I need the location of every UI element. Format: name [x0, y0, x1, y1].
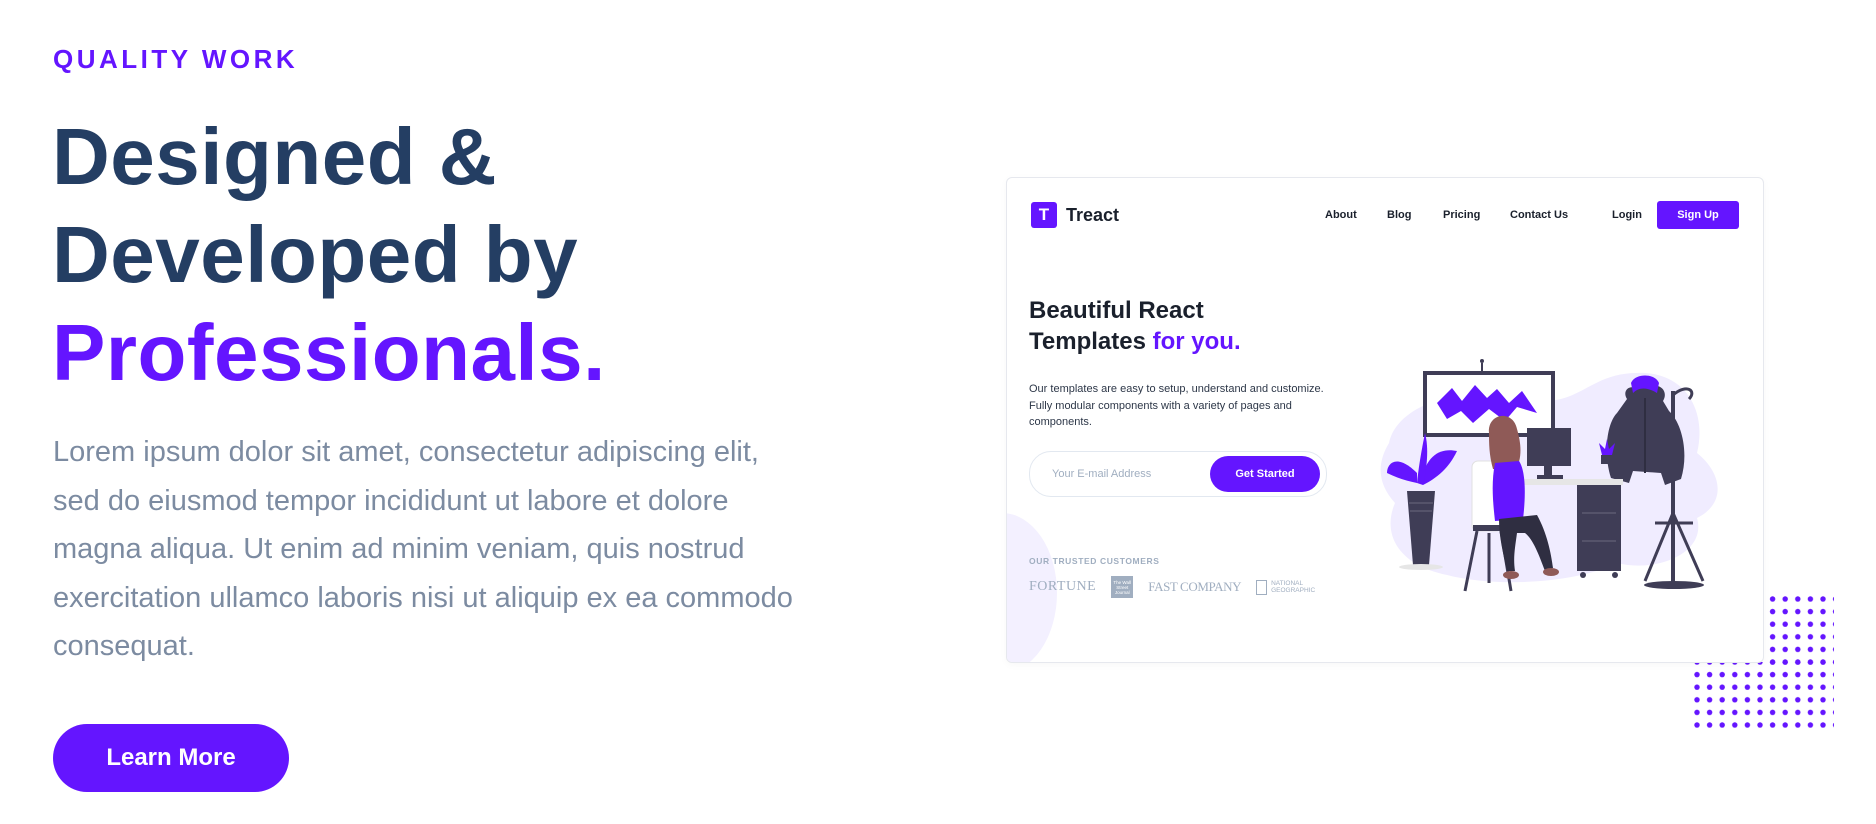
national-geographic-logo: NATIONAL GEOGRAPHIC	[1256, 579, 1319, 595]
template-preview-card: T Treact About Blog Pricing Contact Us L…	[1006, 177, 1764, 663]
preview-nav-contact[interactable]: Contact Us	[1510, 209, 1568, 221]
preview-title: Beautiful React Templates for you.	[1029, 295, 1241, 357]
preview-email-form: Get Started	[1029, 451, 1327, 497]
fast-company-logo: FAST COMPANY	[1148, 579, 1242, 594]
preview-nav-about[interactable]: About	[1325, 209, 1357, 221]
treact-logo-icon: T	[1031, 202, 1057, 228]
page-title: Designed & Developed by Professionals.	[52, 108, 606, 402]
customer-logos: FORTUNE The Wall Street Journal FAST COM…	[1029, 576, 1334, 598]
preview-nav-pricing[interactable]: Pricing	[1443, 209, 1480, 221]
preview-login-link[interactable]: Login	[1612, 209, 1642, 221]
learn-more-button[interactable]: Learn More	[53, 724, 289, 792]
heading-highlight: Professionals.	[52, 308, 606, 397]
preview-title-line-1: Beautiful React	[1029, 297, 1204, 324]
preview-email-input[interactable]	[1050, 462, 1204, 486]
preview-logo-text: Treact	[1066, 204, 1120, 225]
preview-title-highlight: for you.	[1152, 328, 1241, 355]
preview-nav-blog[interactable]: Blog	[1387, 209, 1411, 221]
hero-description: Lorem ipsum dolor sit amet, consectetur …	[53, 436, 793, 662]
person-at-desk-illustration	[1380, 359, 1718, 592]
heading-line-1: Designed &	[52, 112, 498, 201]
wsj-logo: The Wall Street Journal	[1111, 576, 1134, 598]
natgeo-frame-icon	[1256, 579, 1268, 595]
preview-title-line-2: Templates	[1029, 328, 1146, 355]
preview-logo[interactable]: T Treact	[1031, 202, 1119, 228]
heading-line-2: Developed by	[52, 210, 579, 299]
natgeo-logo-text: NATIONAL GEOGRAPHIC	[1271, 580, 1316, 594]
preview-signup-button[interactable]: Sign Up	[1657, 201, 1739, 229]
preview-description: Our templates are easy to setup, underst…	[1029, 383, 1324, 428]
fortune-logo: FORTUNE	[1029, 579, 1097, 594]
preview-get-started-button[interactable]: Get Started	[1210, 456, 1320, 492]
trusted-customers-label: OUR TRUSTED CUSTOMERS	[1029, 556, 1160, 566]
subheading: QUALITY WORK	[53, 44, 299, 74]
